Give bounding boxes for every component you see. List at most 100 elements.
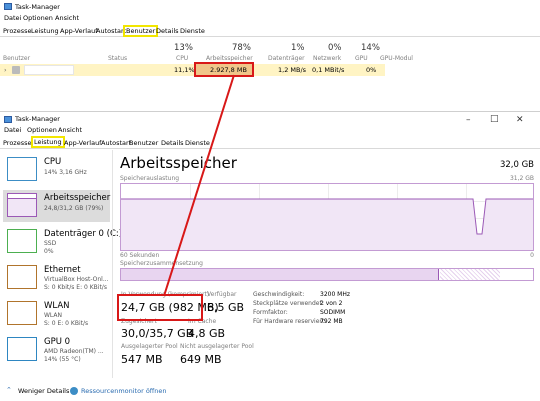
menu-optionen[interactable]: Optionen [27, 127, 57, 134]
gpu-percent: 14% [361, 43, 380, 53]
paged-pool-value: 547 MB [121, 353, 163, 366]
row-cpu: 11,1% [174, 66, 195, 74]
maximize-icon[interactable]: □ [490, 114, 499, 124]
sidebar-item-detail: 14% 3,16 GHz [44, 169, 87, 176]
resource-monitor-icon [70, 387, 78, 395]
tab-autostart[interactable]: Autostart [101, 139, 131, 147]
app-icon [4, 3, 12, 10]
sidebar-item-label: Datenträger 0 (C:) [44, 229, 123, 239]
sidebar-item-detail-2: 0% [44, 248, 54, 255]
axis-right-label: 0 [530, 252, 534, 259]
memory-sparkline [7, 193, 37, 217]
chevron-up-icon[interactable]: ⌃ [6, 387, 12, 394]
row-gpu: 0% [366, 66, 377, 74]
composition-cached [440, 269, 500, 280]
sidebar-item-ethernet[interactable]: Ethernet VirtualBox Host-Onl... S: 0 Kbi… [3, 262, 110, 294]
sidebar-item-label: Arbeitsspeicher [44, 193, 111, 203]
expand-chevron-icon[interactable]: › [4, 67, 7, 74]
usage-graph-label: Speicherauslastung [120, 175, 180, 182]
gpu-sparkline [7, 337, 37, 361]
tab-app-verlauf[interactable]: App-Verlauf [64, 139, 101, 147]
menu-ansicht[interactable]: Ansicht [55, 15, 79, 22]
memory-usage-line [121, 198, 533, 250]
sidebar-item-datentraeger[interactable]: Datenträger 0 (C:) SSD 0% [3, 226, 122, 258]
sidebar-divider [112, 150, 113, 378]
redacted-username [24, 65, 74, 75]
minimize-icon[interactable]: – [466, 115, 471, 125]
in-use-red-box [117, 294, 203, 321]
memory-detail-panel: Arbeitsspeicher 32,0 GB Speicherauslastu… [116, 150, 536, 378]
sidebar-item-label: WLAN [44, 301, 70, 311]
disk-percent: 1% [291, 43, 305, 53]
col-datentraeger[interactable]: Datenträger [268, 56, 305, 62]
tab-dienste[interactable]: Dienste [180, 27, 205, 35]
spec-key: Geschwindigkeit: [253, 291, 305, 298]
top-task-manager-window: Task-Manager Datei Optionen Ansicht Proz… [0, 0, 540, 100]
sidebar-item-detail-2: 14% (55 °C) [44, 356, 81, 363]
menu-optionen[interactable]: Optionen [23, 15, 53, 22]
sidebar-item-gpu[interactable]: GPU 0 AMD Radeon(TM) ... 14% (55 °C) [3, 334, 110, 366]
col-gpu[interactable]: GPU [355, 56, 368, 62]
tab-benutzer[interactable]: Benutzer [123, 25, 159, 37]
composition-in-use [121, 269, 439, 280]
less-details-link[interactable]: Weniger Details [18, 388, 69, 395]
tab-details[interactable]: Details [156, 27, 179, 35]
tab-details[interactable]: Details [161, 139, 184, 147]
cpu-sparkline [7, 157, 37, 181]
cached-value: 4,8 GB [188, 327, 226, 340]
tab-leistung[interactable]: Leistung [31, 27, 59, 35]
avatar [12, 66, 20, 74]
sidebar-item-label: Ethernet [44, 265, 81, 275]
col-cpu[interactable]: CPU [176, 56, 188, 62]
tab-prozesse[interactable]: Prozesse [3, 27, 32, 35]
sidebar-item-wlan[interactable]: WLAN WLAN S: 0 E: 0 KBit/s [3, 298, 110, 330]
nonpaged-pool-label: Nicht ausgelagerter Pool [180, 343, 254, 350]
spec-value: 3200 MHz [320, 291, 351, 298]
sidebar-item-detail: VirtualBox Host-Onl... [44, 276, 109, 283]
close-icon[interactable]: ✕ [516, 115, 524, 125]
spec-key: Formfaktor: [253, 309, 288, 316]
paged-pool-label: Ausgelagerter Pool [121, 343, 178, 350]
bottom-task-manager-window: Task-Manager – □ ✕ Datei Optionen Ansich… [0, 111, 540, 401]
col-netzwerk[interactable]: Netzwerk [313, 56, 341, 62]
app-icon [4, 116, 12, 123]
tab-benutzer[interactable]: Benutzer [129, 139, 158, 147]
available-label: Verfügbar [207, 291, 237, 298]
footer-bar: ⌃ Weniger Details Ressourcenmonitor öffn… [0, 382, 540, 401]
tab-prozesse[interactable]: Prozesse [3, 139, 32, 147]
wlan-sparkline [7, 301, 37, 325]
menu-ansicht[interactable]: Ansicht [58, 127, 82, 134]
menu-datei[interactable]: Datei [4, 127, 21, 134]
resource-sidebar: CPU 14% 3,16 GHz Arbeitsspeicher 24,8/31… [0, 150, 122, 378]
window-title: Task-Manager [15, 3, 60, 11]
spec-value: SODIMM [320, 309, 346, 316]
spec-key: Steckplätze verwendet: [253, 300, 324, 307]
sidebar-item-detail: SSD [44, 240, 57, 247]
sidebar-item-cpu[interactable]: CPU 14% 3,16 GHz [3, 154, 110, 186]
col-gpu-modul[interactable]: GPU-Modul [380, 56, 413, 62]
col-status[interactable]: Status [108, 56, 127, 62]
sidebar-item-arbeitsspeicher[interactable]: Arbeitsspeicher 24,8/31,2 GB (79%) [3, 190, 110, 222]
row-disk: 1,2 MB/s [278, 66, 307, 74]
composition-label: Speicherzusammensetzung [120, 260, 203, 267]
row-network: 0,1 MBit/s [312, 66, 345, 74]
tab-bar: Prozesse Leistung App-Verlauf Autostart … [0, 25, 540, 37]
tab-bar: Prozesse Leistung App-Verlauf Autostart … [0, 136, 540, 149]
disk-sparkline [7, 229, 37, 253]
memory-usage-graph [120, 183, 534, 251]
col-benutzer[interactable]: Benutzer [3, 56, 30, 62]
tab-autostart[interactable]: Autostart [96, 27, 126, 35]
tab-leistung[interactable]: Leistung [31, 136, 65, 148]
ethernet-sparkline [7, 265, 37, 289]
resource-monitor-link[interactable]: Ressourcenmonitor öffnen [81, 388, 167, 395]
tab-dienste[interactable]: Dienste [185, 139, 210, 147]
usage-graph-max: 31,2 GB [509, 175, 534, 182]
window-title: Task-Manager [15, 115, 60, 123]
menu-datei[interactable]: Datei [4, 15, 21, 22]
sidebar-item-detail: AMD Radeon(TM) ... [44, 348, 104, 355]
ram-percent: 78% [232, 43, 251, 53]
tab-app-verlauf[interactable]: App-Verlauf [60, 27, 97, 35]
user-row[interactable]: › 11,1% 2.927,8 MB 1,2 MB/s 0,1 MBit/s 0… [0, 64, 385, 76]
spec-value: 2 von 2 [320, 300, 343, 307]
sidebar-item-detail-2: S: 0 Kbit/s E: 0 KBit/s [44, 284, 107, 291]
